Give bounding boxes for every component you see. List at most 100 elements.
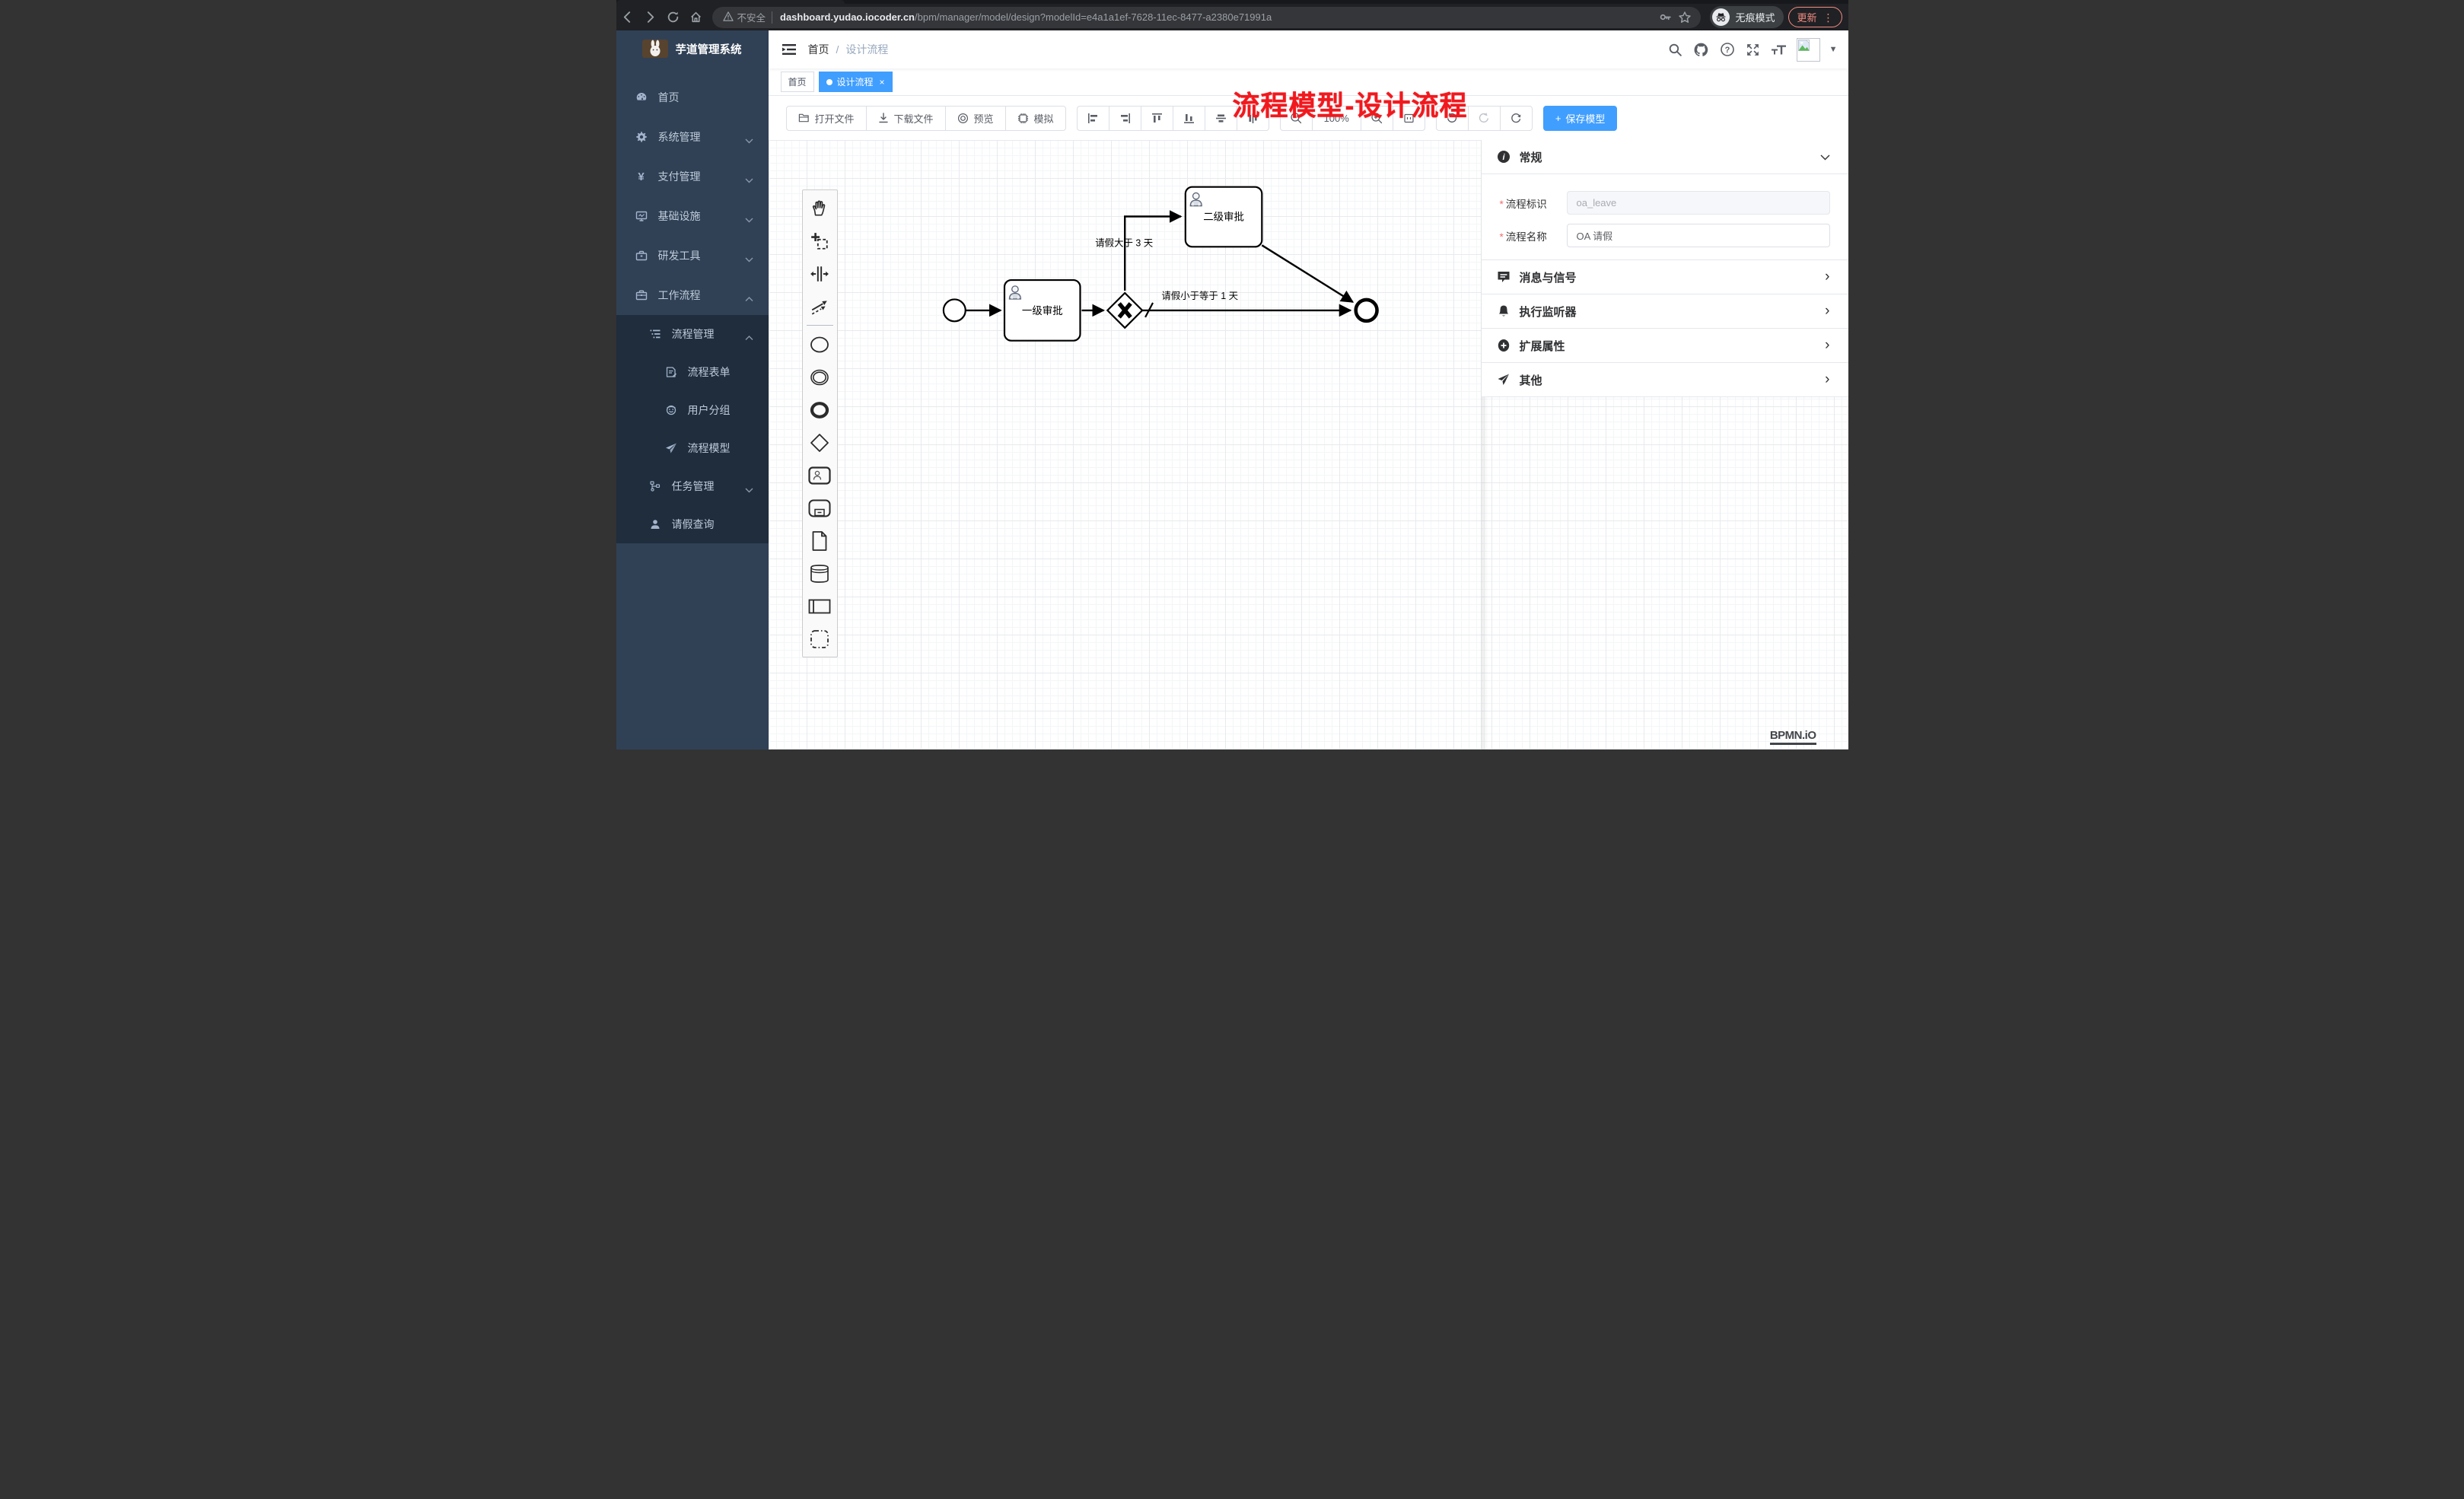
home-icon[interactable] [685, 6, 708, 29]
app-logo-row[interactable]: 芋道管理系统 [616, 30, 769, 67]
process-key-input[interactable] [1567, 191, 1830, 215]
reload-icon[interactable] [662, 6, 685, 29]
exclusive-gateway[interactable] [1107, 293, 1142, 328]
incognito-badge: 无痕模式 [1710, 6, 1784, 28]
section-extended-attrs[interactable]: 扩展属性 › [1482, 329, 1848, 362]
section-other[interactable]: 其他 › [1482, 363, 1848, 396]
start-event[interactable] [943, 299, 965, 321]
chevron-right-icon: › [1825, 371, 1829, 388]
sidebar-item-label: 支付管理 [658, 169, 701, 184]
bell-icon [1497, 304, 1511, 318]
section-execution-listener[interactable]: 执行监听器 › [1482, 294, 1848, 328]
process-name-label: *流程名称 [1500, 228, 1567, 243]
browser-menu-icon[interactable]: ⋮ [1823, 12, 1834, 23]
key-icon[interactable] [1657, 9, 1673, 26]
tag-label: 首页 [788, 75, 807, 88]
sidebar-item-user-group[interactable]: 用户分组 [616, 391, 769, 429]
url-text[interactable]: dashboard.yudao.iocoder.cn/bpm/manager/m… [780, 11, 1657, 23]
section-message-signal[interactable]: 消息与信号 › [1482, 260, 1848, 294]
security-chip[interactable]: 不安全 [720, 10, 772, 24]
breadcrumb-home[interactable]: 首页 [808, 42, 829, 57]
sidebar-item-process-form[interactable]: 流程表单 [616, 353, 769, 391]
tag-home[interactable]: 首页 [781, 72, 814, 92]
sidebar: 芋道管理系统 首页 系统管理 ¥ 支付管理 [616, 30, 769, 750]
chevron-down-icon [745, 483, 753, 495]
gear-icon [635, 131, 648, 143]
flow-task2-to-end[interactable] [1262, 245, 1352, 302]
sidebar-item-label: 任务管理 [672, 479, 715, 494]
user-task-level1[interactable]: 一级审批 [1004, 280, 1080, 341]
browser-update-button[interactable]: 更新 ⋮ [1788, 7, 1842, 27]
back-icon[interactable] [616, 6, 639, 29]
forward-icon[interactable] [639, 6, 662, 29]
preview-icon [957, 113, 969, 124]
security-label: 不安全 [737, 10, 766, 24]
align-top-button[interactable] [1141, 106, 1173, 131]
avatar-caret-icon[interactable]: ▼ [1829, 45, 1838, 54]
sidebar-item-infra[interactable]: 基础设施 [616, 196, 769, 236]
process-name-input[interactable] [1567, 224, 1830, 247]
preview-button[interactable]: 预览 [945, 106, 1006, 131]
align-top-icon [1151, 113, 1163, 124]
sidebar-item-process-mgmt[interactable]: 流程管理 [616, 315, 769, 353]
align-bottom-button[interactable] [1173, 106, 1205, 131]
svg-text:?: ? [1724, 46, 1730, 55]
github-icon[interactable] [1693, 41, 1710, 58]
restart-button[interactable] [1500, 106, 1533, 131]
task1-label: 一级审批 [1021, 305, 1062, 317]
section-label: 消息与信号 [1520, 269, 1577, 285]
section-label: 扩展属性 [1520, 338, 1565, 354]
sidebar-item-process-model[interactable]: 流程模型 [616, 429, 769, 467]
incognito-label: 无痕模式 [1735, 10, 1775, 24]
browser-chrome: 不安全 dashboard.yudao.iocoder.cn/bpm/manag… [616, 0, 1848, 30]
flow-top-label: 请假大于 3 天 [1095, 237, 1153, 248]
section-general[interactable]: i 常规 [1482, 140, 1848, 173]
download-file-button[interactable]: 下载文件 [866, 106, 946, 131]
yen-icon: ¥ [635, 170, 648, 183]
sidebar-item-label: 首页 [658, 90, 680, 105]
sidebar-item-home[interactable]: 首页 [616, 78, 769, 117]
sidebar-item-label: 流程表单 [688, 364, 731, 380]
screen: 不安全 dashboard.yudao.iocoder.cn/bpm/manag… [616, 0, 1848, 750]
people-icon [665, 404, 677, 416]
address-bar[interactable]: 不安全 dashboard.yudao.iocoder.cn/bpm/manag… [712, 7, 1702, 28]
chevron-down-icon [745, 213, 753, 225]
align-right-button[interactable] [1109, 106, 1141, 131]
sidebar-item-leave-query[interactable]: 请假查询 [616, 505, 769, 543]
redo-button[interactable] [1468, 106, 1501, 131]
align-vertical-center-icon [1215, 113, 1227, 124]
search-icon[interactable] [1667, 41, 1684, 58]
app-title: 芋道管理系统 [676, 41, 742, 57]
plus-circle-icon [1497, 339, 1511, 352]
dashboard-icon [635, 91, 648, 103]
save-model-button[interactable]: + 保存模型 [1543, 106, 1618, 131]
simulate-button[interactable]: 模拟 [1005, 106, 1066, 131]
end-event[interactable] [1355, 300, 1377, 321]
sidebar-item-workflow[interactable]: 工作流程 [616, 275, 769, 315]
sidebar-item-payment[interactable]: ¥ 支付管理 [616, 157, 769, 196]
sidebar-item-system[interactable]: 系统管理 [616, 117, 769, 157]
tag-design-process[interactable]: 设计流程 × [819, 72, 893, 92]
chevron-right-icon: › [1825, 337, 1829, 354]
help-icon[interactable]: ? [1719, 41, 1736, 58]
align-left-button[interactable] [1077, 106, 1109, 131]
sidebar-item-task-mgmt[interactable]: 任务管理 [616, 467, 769, 505]
url-host: dashboard.yudao.iocoder.cn [780, 11, 915, 23]
file-button-group: 打开文件 下载文件 预览 模拟 [786, 106, 1066, 131]
flow-gateway-to-task2[interactable] [1125, 216, 1181, 291]
fullscreen-icon[interactable] [1745, 41, 1762, 58]
font-size-icon[interactable] [1771, 41, 1788, 58]
form-icon [665, 366, 677, 378]
sidebar-item-devtools[interactable]: 研发工具 [616, 236, 769, 275]
user-task-level2[interactable]: 二级审批 [1185, 187, 1261, 247]
required-asterisk: * [1500, 231, 1504, 243]
open-file-button[interactable]: 打开文件 [786, 106, 867, 131]
avatar[interactable] [1797, 38, 1820, 62]
bookmark-star-icon[interactable] [1676, 9, 1693, 26]
collapse-sidebar-icon[interactable] [781, 41, 797, 58]
tag-close-icon[interactable]: × [880, 77, 885, 88]
sidebar-item-label: 请假查询 [672, 517, 715, 532]
designer-workarea: 打开文件 下载文件 预览 模拟 [769, 96, 1848, 750]
bpmn-io-watermark[interactable]: BPMN.iO [1770, 729, 1816, 745]
properties-panel: i 常规 *流程标识 *流程名称 [1482, 140, 1848, 397]
